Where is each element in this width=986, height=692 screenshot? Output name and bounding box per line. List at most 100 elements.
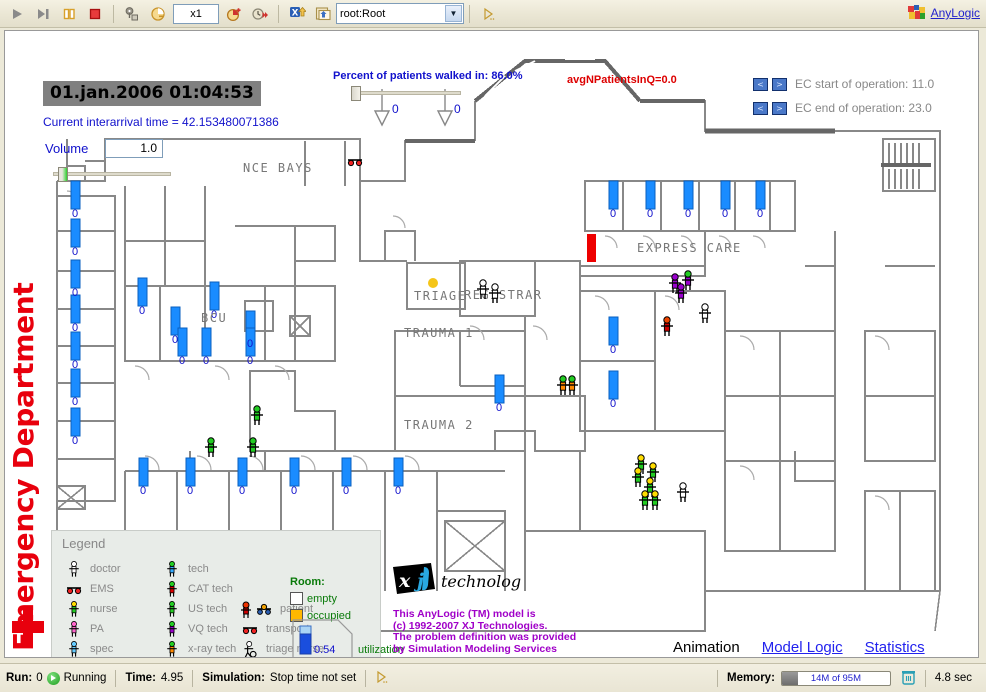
- legend-column-staff-1: doctor EMS nurse PA spec: [62, 559, 121, 657]
- ec-end-increment-button[interactable]: >: [772, 101, 787, 115]
- tech-figure-icon: [160, 560, 184, 579]
- nav-link-model-logic[interactable]: Model Logic: [762, 639, 843, 656]
- percent-walked-label: Percent of patients walked in: 86.0%: [333, 70, 523, 82]
- copyright-block: This AnyLogic (TM) model is (c) 1992-2007…: [393, 608, 576, 655]
- bed-occupancy-counter: 0: [140, 485, 146, 497]
- pa-figure-icon: [62, 620, 86, 639]
- avg-patients-in-queue-text: avgNPatientsInQ=0.0: [567, 74, 677, 86]
- bed-occupancy-counter: 0: [203, 355, 209, 367]
- root-selector-combo[interactable]: root:Root ▼: [336, 3, 464, 24]
- bed-indicator: [201, 327, 212, 357]
- bed-indicator: [341, 457, 352, 487]
- toolbar-separator-3: [469, 4, 470, 23]
- utilization-value: 0.54: [314, 644, 335, 656]
- legend-item-label: US tech: [188, 603, 228, 615]
- memory-label: Memory:: [726, 672, 775, 684]
- transport-cart-icon: [238, 620, 262, 639]
- legend-row: spec: [62, 639, 121, 657]
- bed-indicator: [720, 180, 731, 210]
- room-label: TRAUMA 1: [404, 326, 474, 340]
- legend-title: Legend: [62, 536, 106, 551]
- ems-cart-icon: [62, 580, 86, 599]
- bed-occupancy-counter: 0: [343, 485, 349, 497]
- legend-panel: Legend doctor EMS nurse PA spec tech CAT tech…: [51, 530, 404, 658]
- bed-occupancy-counter: 0: [139, 305, 145, 317]
- nav-link-statistics[interactable]: Statistics: [865, 639, 925, 656]
- time-label: Time:: [125, 672, 156, 684]
- ec-end-label: EC end of operation: 23.0: [795, 101, 932, 115]
- xj-logo-wordmark: technologies: [441, 572, 521, 591]
- chevron-down-icon[interactable]: ▼: [445, 5, 462, 22]
- room-key-title: Room:: [290, 576, 325, 588]
- legend-item-label: EMS: [90, 583, 114, 595]
- running-state-icon: [46, 671, 60, 685]
- speed-up-button[interactable]: [145, 2, 171, 26]
- stop-button[interactable]: [82, 2, 108, 26]
- interarrival-time-text: Current interarrival time = 42.153480071…: [43, 115, 279, 129]
- doctor-figure-icon: [62, 560, 86, 579]
- anylogic-application-window: x1 X root:Root ▼ AnyLogic 0 0 0 0 0 0 0 …: [0, 0, 986, 692]
- run-button[interactable]: [4, 2, 30, 26]
- simulation-clock: 01.jan.2006 01:04:53: [43, 81, 261, 106]
- entrance-counter: 0: [392, 102, 399, 116]
- alarm-marker: [587, 234, 596, 262]
- virtual-time-button[interactable]: [221, 2, 247, 26]
- person-figure: [649, 490, 661, 510]
- bed-occupancy-counter: 0: [72, 396, 78, 408]
- legend-row: EMS: [62, 579, 121, 599]
- memory-gauge[interactable]: 14M of 95M: [780, 670, 891, 686]
- bed-occupancy-counter: 0: [72, 322, 78, 334]
- bed-indicator: [608, 370, 619, 400]
- volume-slider-thumb[interactable]: [57, 167, 68, 182]
- step-button[interactable]: [30, 2, 56, 26]
- open-window-button[interactable]: [310, 2, 336, 26]
- person-figure: [699, 303, 711, 323]
- slow-down-button[interactable]: [119, 2, 145, 26]
- volume-label: Volume: [45, 141, 89, 156]
- ec-end-decrement-button[interactable]: <: [753, 101, 768, 115]
- pause-button[interactable]: [56, 2, 82, 26]
- bed-indicator: [70, 294, 81, 324]
- legend-row: CAT tech: [160, 579, 236, 599]
- status-overflow-icon[interactable]: [375, 670, 388, 687]
- main-toolbar: x1 X root:Root ▼ AnyLogic: [0, 0, 986, 28]
- svg-text:x: x: [398, 570, 411, 592]
- anylogic-brand[interactable]: AnyLogic: [907, 4, 980, 22]
- animation-canvas[interactable]: 000000000000000000000000000000 NCE BAYS B…: [4, 30, 979, 658]
- volume-value-field[interactable]: 1.0: [105, 139, 163, 158]
- room-label: EXPRESS CARE: [637, 241, 742, 255]
- cattech-figure-icon: [160, 580, 184, 599]
- real-time-button[interactable]: [247, 2, 273, 26]
- anylogic-brand-label[interactable]: AnyLogic: [931, 6, 980, 20]
- anylogic-logo-icon: [907, 5, 925, 19]
- legend-row: nurse: [62, 599, 121, 619]
- speed-value-field[interactable]: x1: [173, 3, 219, 24]
- ec-start-increment-button[interactable]: >: [772, 77, 787, 91]
- xraytech-figure-icon: [160, 640, 184, 658]
- person-figure: [566, 375, 578, 395]
- bed-indicator: [755, 180, 766, 210]
- bed-indicator: [494, 374, 505, 404]
- percent-walked-slider-thumb[interactable]: [351, 86, 361, 101]
- toolbar-overflow-icon[interactable]: [475, 2, 501, 26]
- percent-walked-slider[interactable]: [351, 86, 461, 101]
- bed-indicator: [683, 180, 694, 210]
- bed-occupancy-counter: 0: [291, 485, 297, 497]
- emergency-department-label: Emergency Department: [7, 282, 40, 651]
- ec-start-decrement-button[interactable]: <: [753, 77, 768, 91]
- bed-occupancy-counter: 0: [610, 208, 616, 220]
- bed-indicator: [137, 277, 148, 307]
- nurse-figure-icon: [62, 600, 86, 619]
- nav-link-animation[interactable]: Animation: [673, 639, 740, 656]
- navigate-up-button[interactable]: X: [284, 2, 310, 26]
- time-value: 4.95: [160, 672, 184, 684]
- person-figure: [677, 482, 689, 502]
- legend-row: doctor: [62, 559, 121, 579]
- trash-icon[interactable]: [901, 669, 916, 688]
- room-label: NCE BAYS: [243, 161, 313, 175]
- volume-slider[interactable]: [53, 167, 171, 182]
- legend-item-label: CAT tech: [188, 583, 233, 595]
- legend-item-label: tech: [188, 563, 209, 575]
- room-label: REGISTRAR: [464, 288, 543, 302]
- elapsed-time: 4.8 sec: [934, 672, 972, 684]
